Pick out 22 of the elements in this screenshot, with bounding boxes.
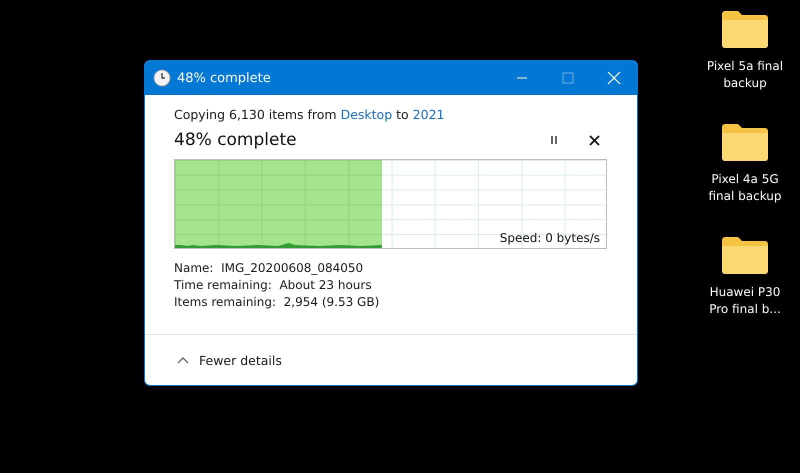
progress-heading: 48% complete	[174, 130, 298, 150]
folder-icon[interactable]	[721, 10, 769, 48]
detail-line: Name: IMG_20200608_084050	[174, 261, 364, 275]
clock-icon	[153, 69, 171, 87]
pause-icon	[549, 135, 559, 145]
folder-icon[interactable]	[721, 123, 769, 161]
folder-icon[interactable]	[721, 236, 769, 274]
close-icon	[607, 71, 621, 85]
chevron-icon	[177, 356, 189, 364]
close-icon	[588, 134, 600, 146]
source-link[interactable]: Desktop	[340, 107, 392, 122]
folder-label[interactable]: Pixel 4a 5G final backup	[701, 171, 789, 205]
maximize-icon	[562, 72, 574, 84]
window-title: 48% complete	[177, 70, 272, 86]
speed-label: Speed: 0 bytes/s	[500, 231, 600, 245]
detail-line: Time remaining: About 23 hours	[174, 278, 373, 292]
destination-link[interactable]: 2021	[412, 107, 444, 122]
details-toggle[interactable]: Fewer details	[177, 352, 282, 368]
copy-status: Copying 6,130 items from Desktop to 2021	[174, 107, 446, 122]
detail-line: Items remaining: 2,954 (9.53 GB)	[174, 295, 380, 309]
folder-label[interactable]: Huawei P30 Pro final b...	[701, 284, 789, 318]
folder-label[interactable]: Pixel 5a final backup	[701, 58, 789, 92]
